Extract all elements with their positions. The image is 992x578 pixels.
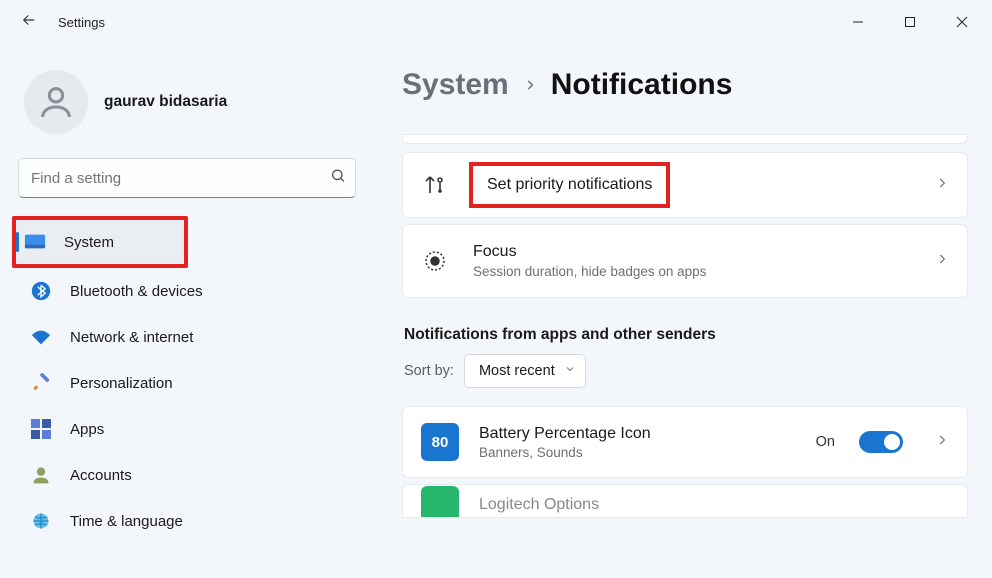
- maximize-button[interactable]: [888, 7, 932, 37]
- app-subtitle: Banners, Sounds: [479, 445, 796, 460]
- chevron-right-icon: [523, 72, 537, 98]
- back-icon[interactable]: [20, 11, 38, 34]
- sidebar-item-label: Time & language: [70, 513, 183, 530]
- sidebar-item-label: System: [64, 234, 114, 251]
- sidebar-item-label: Personalization: [70, 375, 173, 392]
- sidebar-item-system[interactable]: System: [12, 216, 188, 268]
- wifi-icon: [30, 326, 52, 348]
- toggle-state-label: On: [816, 434, 835, 450]
- accounts-icon: [30, 464, 52, 486]
- sidebar-item-label: Apps: [70, 421, 104, 438]
- app-icon: 80: [421, 423, 459, 461]
- app-title: Battery Percentage Icon: [479, 425, 796, 443]
- app-notification-row[interactable]: Logitech Options: [402, 484, 968, 518]
- bluetooth-icon: [30, 280, 52, 302]
- minimize-button[interactable]: [836, 7, 880, 37]
- apps-icon: [30, 418, 52, 440]
- account-section[interactable]: gaurav bidasaria: [18, 62, 370, 152]
- avatar: [24, 70, 88, 134]
- close-button[interactable]: [940, 7, 984, 37]
- sidebar-item-label: Accounts: [70, 467, 132, 484]
- card-fragment: [402, 134, 968, 144]
- account-name: gaurav bidasaria: [104, 93, 227, 111]
- card-set-priority-notifications[interactable]: Set priority notifications: [402, 152, 968, 218]
- search-input[interactable]: [18, 158, 356, 198]
- chevron-right-icon: [935, 252, 949, 271]
- sidebar-item-personalization[interactable]: Personalization: [18, 360, 368, 406]
- window-title: Settings: [58, 15, 105, 30]
- sidebar-item-label: Bluetooth & devices: [70, 283, 203, 300]
- card-subtitle: Session duration, hide badges on apps: [473, 264, 911, 279]
- card-title: Focus: [473, 243, 911, 261]
- card-focus[interactable]: Focus Session duration, hide badges on a…: [402, 224, 968, 298]
- app-title: Logitech Options: [479, 496, 949, 514]
- card-title: Set priority notifications: [487, 176, 652, 193]
- breadcrumb-parent[interactable]: System: [402, 68, 509, 102]
- sidebar-item-apps[interactable]: Apps: [18, 406, 368, 452]
- sort-selected-value: Most recent: [479, 363, 555, 379]
- search-icon: [330, 168, 346, 189]
- sidebar-item-label: Network & internet: [70, 329, 193, 346]
- breadcrumb-current: Notifications: [551, 68, 733, 102]
- chevron-right-icon: [935, 433, 949, 452]
- brush-icon: [30, 372, 52, 394]
- sort-label: Sort by:: [404, 363, 454, 379]
- sidebar-item-accounts[interactable]: Accounts: [18, 452, 368, 498]
- sidebar-item-bluetooth[interactable]: Bluetooth & devices: [18, 268, 368, 314]
- focus-icon: [421, 247, 449, 275]
- priority-icon: [421, 171, 449, 199]
- sort-dropdown[interactable]: Most recent: [464, 354, 586, 388]
- breadcrumb: System Notifications: [402, 68, 968, 102]
- sidebar-item-time-language[interactable]: Time & language: [18, 498, 368, 544]
- toggle-switch[interactable]: [859, 431, 903, 453]
- chevron-right-icon: [935, 176, 949, 195]
- app-notification-row[interactable]: 80 Battery Percentage Icon Banners, Soun…: [402, 406, 968, 478]
- section-title: Notifications from apps and other sender…: [404, 326, 968, 344]
- sidebar-item-network[interactable]: Network & internet: [18, 314, 368, 360]
- red-highlight-box: Set priority notifications: [469, 162, 670, 208]
- app-icon: [421, 486, 459, 518]
- system-icon: [24, 231, 46, 253]
- globe-clock-icon: [30, 510, 52, 532]
